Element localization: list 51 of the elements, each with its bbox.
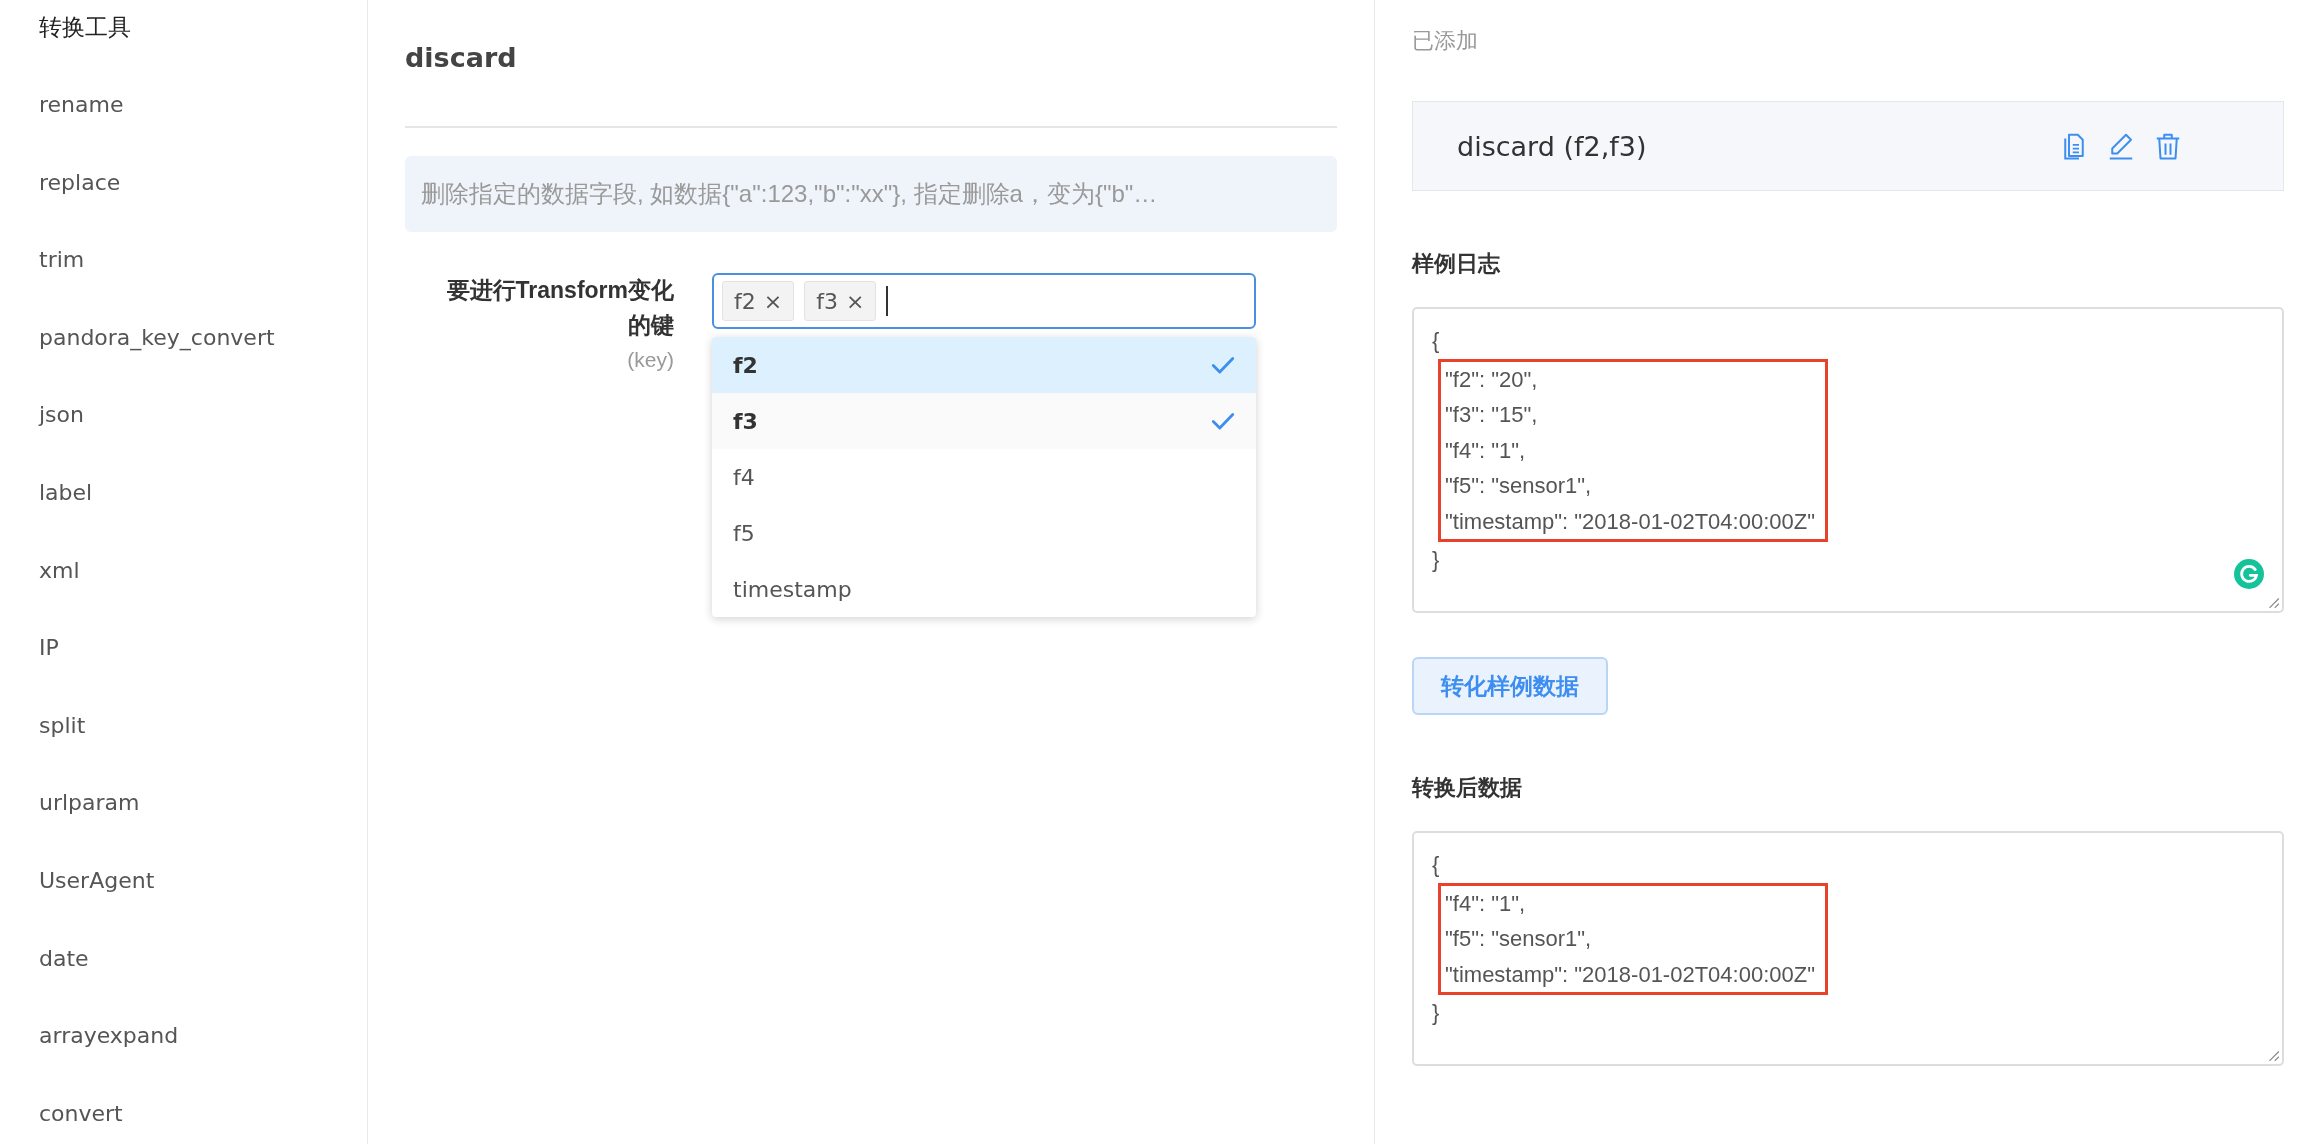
- code-textarea[interactable]: { "f2": "20", "f3": "15", "f4": "1", "f5": "sensor1", "timestamp": "2018-01-02T04:00:00Z" }: [1412, 307, 2284, 613]
- remove-tag-icon[interactable]: ×: [845, 288, 865, 314]
- code-line: "f4": "1",: [1445, 436, 1526, 465]
- field-label: 要进行Transform变化的键: [445, 276, 674, 340]
- sidebar-item[interactable]: label: [39, 475, 93, 510]
- section-heading: 转换后数据: [1412, 774, 1522, 802]
- code-line: {: [1432, 851, 1440, 879]
- code-line: "f3": "15",: [1445, 401, 1538, 429]
- dropdown-option[interactable]: f4: [712, 449, 1256, 505]
- dropdown-option[interactable]: timestamp: [712, 561, 1256, 617]
- sidebar-item[interactable]: json: [39, 398, 84, 433]
- section-heading: 样例日志: [1412, 250, 1500, 278]
- selected-tag[interactable]: f2 ×: [722, 281, 795, 321]
- sidebar-heading: 转换工具: [39, 13, 131, 42]
- selected-tag[interactable]: f3 ×: [804, 281, 877, 321]
- resize-handle-icon[interactable]: [2266, 595, 2280, 609]
- code-line: }: [1432, 546, 1440, 574]
- code-line: {: [1432, 327, 1440, 355]
- dropdown-option[interactable]: f2: [712, 337, 1256, 393]
- sidebar-item[interactable]: convert: [39, 1096, 123, 1131]
- section-heading: 已添加: [1412, 27, 1478, 55]
- code-line: "f5": "sensor1",: [1445, 925, 1592, 953]
- sidebar-item[interactable]: arrayexpand: [39, 1019, 179, 1054]
- dropdown-option[interactable]: f5: [712, 505, 1256, 561]
- code-line: "f2": "20",: [1445, 365, 1538, 394]
- sidebar-item[interactable]: IP: [39, 631, 59, 666]
- grammar-check-icon[interactable]: [2234, 559, 2264, 589]
- sidebar-item[interactable]: split: [39, 708, 86, 743]
- field-hint: (key): [627, 347, 674, 373]
- code-line: }: [1432, 999, 1440, 1027]
- panel-title: discard: [405, 41, 518, 75]
- code-line: "f4": "1",: [1445, 889, 1526, 918]
- code-line: "timestamp": "2018-01-02T04:00:00Z": [1445, 507, 1815, 536]
- description-box: 删除指定的数据字段, 如数据{"a":123,"b":"xx"}, 指定删除a，变为{"b"…: [405, 156, 1337, 232]
- transform-label: discard (f2,f3): [1457, 130, 1647, 162]
- code-line: "timestamp": "2018-01-02T04:00:00Z": [1445, 960, 1815, 989]
- sidebar-item[interactable]: trim: [39, 243, 85, 278]
- resize-handle-icon[interactable]: [2266, 1048, 2280, 1062]
- sidebar-item[interactable]: UserAgent: [39, 863, 155, 898]
- sidebar-item[interactable]: replace: [39, 165, 121, 200]
- remove-tag-icon[interactable]: ×: [763, 288, 783, 314]
- sidebar-item[interactable]: rename: [39, 88, 124, 122]
- code-textarea[interactable]: { "f4": "1", "f5": "sensor1", "timestamp": "2018-01-02T04:00:00Z" }: [1412, 831, 2284, 1066]
- sidebar-item[interactable]: date: [39, 941, 89, 976]
- sidebar-item[interactable]: pandora_key_convert: [39, 320, 275, 355]
- sidebar-item[interactable]: urlparam: [39, 786, 140, 821]
- multi-select-field[interactable]: f2 × f3 ×: [712, 273, 1256, 329]
- code-line: "f5": "sensor1",: [1445, 472, 1592, 500]
- sidebar-item[interactable]: xml: [39, 553, 80, 588]
- dropdown-option[interactable]: f3: [712, 393, 1256, 449]
- text-cursor: [886, 286, 889, 316]
